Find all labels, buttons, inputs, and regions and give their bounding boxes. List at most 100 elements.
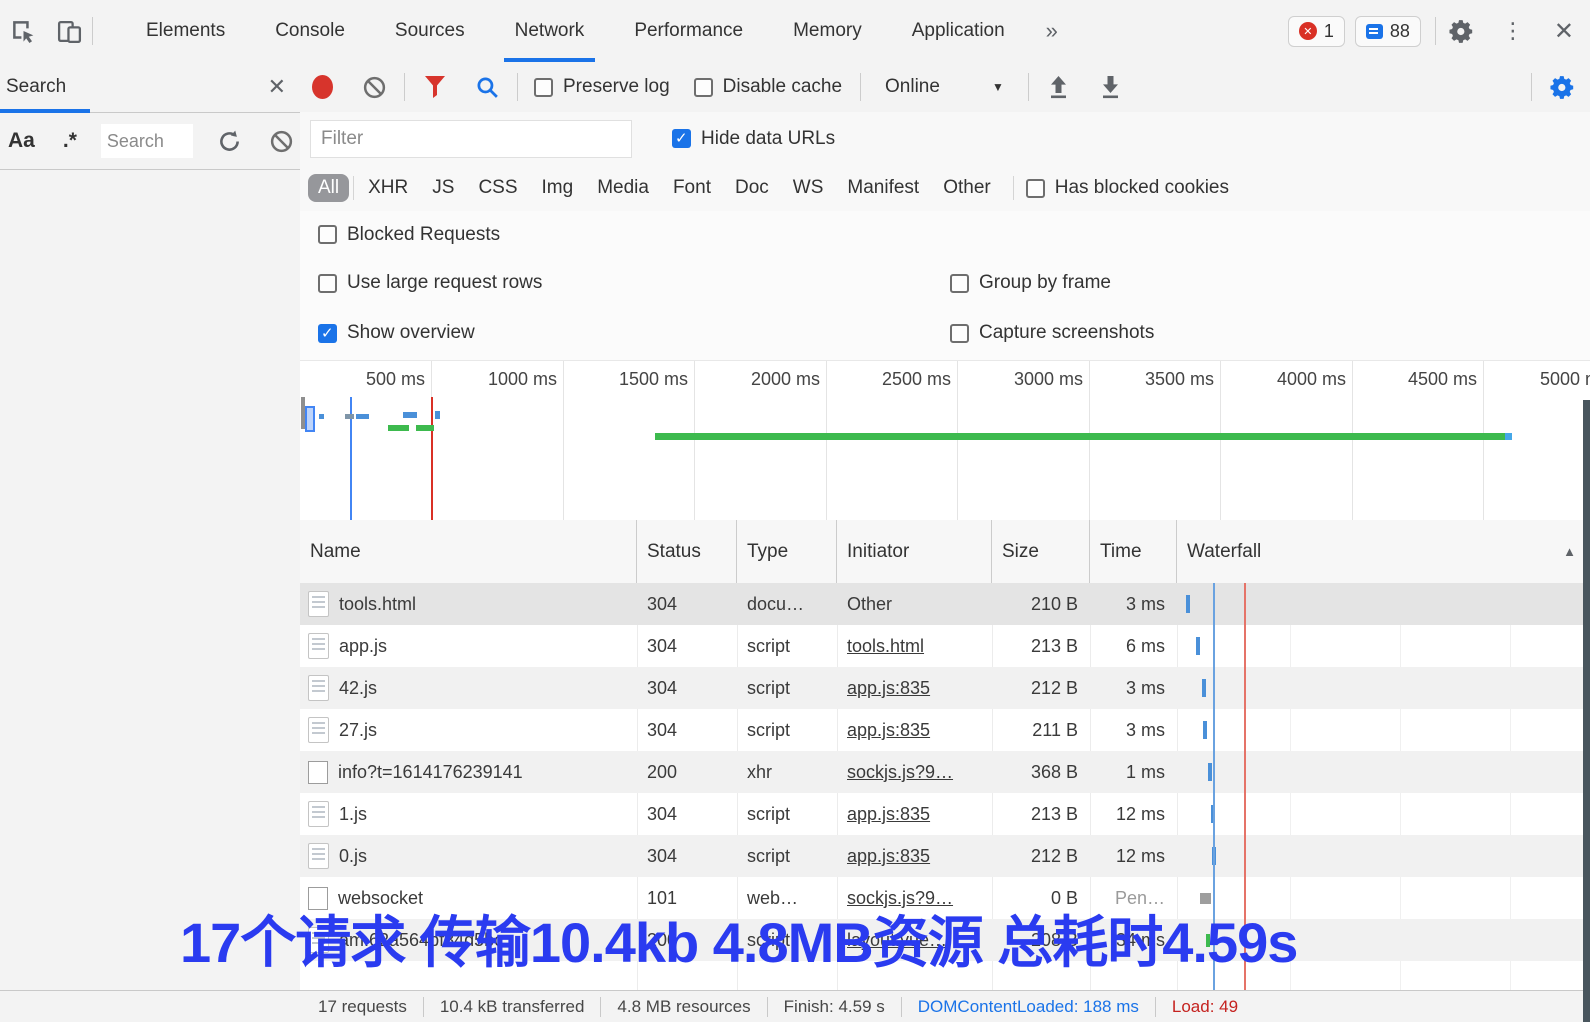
waterfall-mark bbox=[345, 414, 354, 419]
scrollbar[interactable] bbox=[1583, 400, 1590, 1022]
divider bbox=[860, 73, 861, 101]
import-har-icon[interactable] bbox=[1037, 68, 1081, 106]
column-header-time[interactable]: Time bbox=[1090, 520, 1177, 583]
type-filter-doc[interactable]: Doc bbox=[725, 174, 779, 202]
table-row[interactable]: app.js 304 script tools.html 213 B 6 ms bbox=[300, 625, 1590, 667]
request-type: web… bbox=[737, 877, 837, 919]
blocked-requests-checkbox[interactable]: Blocked Requests bbox=[318, 224, 500, 246]
type-filter-media[interactable]: Media bbox=[587, 174, 659, 202]
has-blocked-cookies-checkbox[interactable]: Has blocked cookies bbox=[1026, 177, 1229, 199]
inspect-element-icon[interactable] bbox=[0, 11, 46, 51]
message-icon bbox=[1366, 24, 1383, 39]
status-code: 200 bbox=[637, 919, 737, 961]
waterfall-bar bbox=[1196, 637, 1200, 655]
refresh-icon[interactable] bbox=[211, 129, 249, 154]
tab-elements[interactable]: Elements bbox=[121, 1, 250, 62]
initiator-link[interactable]: sockjs.js?9… bbox=[837, 751, 992, 793]
initiator-link[interactable]: app.js:835 bbox=[837, 835, 992, 877]
initiator-link[interactable]: tools.html bbox=[837, 625, 992, 667]
table-row[interactable]: tools.html 304 docu… Other 210 B 3 ms bbox=[300, 583, 1590, 625]
tab-memory[interactable]: Memory bbox=[768, 1, 887, 62]
filter-input[interactable] bbox=[310, 120, 632, 158]
time: Pen… bbox=[1090, 877, 1177, 919]
table-row[interactable]: am.62a564bf84d5bc… 200 script layout.vue… bbox=[300, 919, 1590, 961]
column-header-type[interactable]: Type bbox=[737, 520, 837, 583]
load-time: Load: 49 bbox=[1172, 997, 1238, 1017]
network-overview-timeline[interactable]: 500 ms 1000 ms 1500 ms 2000 ms 2500 ms 3… bbox=[300, 360, 1590, 522]
clear-search-icon[interactable] bbox=[262, 129, 300, 154]
table-row[interactable]: 27.js 304 script app.js:835 211 B 3 ms bbox=[300, 709, 1590, 751]
status-code: 101 bbox=[637, 877, 737, 919]
table-row[interactable]: websocket 101 web… sockjs.js?9… 0 B Pen… bbox=[300, 877, 1590, 919]
tab-console[interactable]: Console bbox=[250, 1, 370, 62]
type-filter-other[interactable]: Other bbox=[933, 174, 1001, 202]
table-row[interactable]: 42.js 304 script app.js:835 212 B 3 ms bbox=[300, 667, 1590, 709]
type-filter-all[interactable]: All bbox=[308, 174, 349, 202]
close-devtools-icon[interactable]: ✕ bbox=[1538, 17, 1590, 46]
initiator-link[interactable]: app.js:835 bbox=[837, 667, 992, 709]
tick-label: 5000 ms bbox=[1499, 369, 1590, 390]
type-filter-manifest[interactable]: Manifest bbox=[837, 174, 929, 202]
script-icon bbox=[308, 927, 329, 953]
tick-label: 3000 ms bbox=[973, 369, 1083, 390]
status-code: 200 bbox=[637, 751, 737, 793]
filter-funnel-icon[interactable] bbox=[413, 68, 457, 106]
column-header-waterfall[interactable]: Waterfall bbox=[1177, 520, 1590, 583]
capture-screenshots-checkbox[interactable]: Capture screenshots bbox=[950, 322, 1154, 344]
search-input[interactable] bbox=[101, 124, 193, 158]
initiator-link[interactable]: app.js:835 bbox=[837, 709, 992, 751]
time: 34 ms bbox=[1090, 919, 1177, 961]
close-search-icon[interactable]: ✕ bbox=[268, 74, 286, 100]
resource-type-filters: All XHR JS CSS Img Media Font Doc WS Man… bbox=[300, 165, 1590, 211]
group-by-frame-checkbox[interactable]: Group by frame bbox=[950, 272, 1111, 294]
type-filter-xhr[interactable]: XHR bbox=[358, 174, 418, 202]
initiator-link[interactable]: sockjs.js?9… bbox=[837, 877, 992, 919]
tab-application[interactable]: Application bbox=[887, 1, 1030, 62]
preserve-log-checkbox[interactable]: Preserve log bbox=[534, 76, 670, 98]
column-header-size[interactable]: Size bbox=[992, 520, 1090, 583]
resources-size: 4.8 MB resources bbox=[617, 997, 750, 1017]
show-overview-checkbox[interactable]: Show overview bbox=[318, 322, 475, 344]
table-row[interactable]: 1.js 304 script app.js:835 213 B 12 ms bbox=[300, 793, 1590, 835]
more-options-icon[interactable]: ⋮ bbox=[1488, 18, 1538, 44]
dcl-event-line bbox=[1213, 583, 1215, 990]
column-header-status[interactable]: Status bbox=[637, 520, 737, 583]
search-network-icon[interactable] bbox=[465, 68, 509, 106]
type-filter-font[interactable]: Font bbox=[663, 174, 721, 202]
initiator-link[interactable]: app.js:835 bbox=[837, 793, 992, 835]
time: 3 ms bbox=[1090, 709, 1177, 751]
show-overview-label: Show overview bbox=[347, 322, 475, 344]
tab-performance[interactable]: Performance bbox=[609, 1, 768, 62]
regex-toggle[interactable]: .* bbox=[63, 129, 77, 153]
settings-gear-icon[interactable] bbox=[1436, 11, 1488, 51]
type-filter-css[interactable]: CSS bbox=[468, 174, 527, 202]
type-filter-js[interactable]: JS bbox=[422, 174, 464, 202]
column-header-initiator[interactable]: Initiator bbox=[837, 520, 992, 583]
use-large-request-rows-checkbox[interactable]: Use large request rows bbox=[318, 272, 542, 294]
tab-sources[interactable]: Sources bbox=[370, 1, 490, 62]
export-har-icon[interactable] bbox=[1089, 68, 1133, 106]
status-code: 304 bbox=[637, 583, 737, 625]
clear-network-log-icon[interactable] bbox=[352, 68, 396, 106]
column-header-name[interactable]: Name bbox=[300, 520, 637, 583]
script-icon bbox=[308, 675, 329, 701]
sort-arrow-icon[interactable]: ▲ bbox=[1563, 520, 1576, 583]
more-tabs-chevron[interactable]: » bbox=[1030, 18, 1074, 44]
error-badge[interactable]: ✕ 1 bbox=[1288, 16, 1345, 47]
tab-network[interactable]: Network bbox=[490, 1, 610, 62]
type-filter-ws[interactable]: WS bbox=[783, 174, 834, 202]
table-row[interactable]: 0.js 304 script app.js:835 212 B 12 ms bbox=[300, 835, 1590, 877]
issues-badge[interactable]: 88 bbox=[1355, 16, 1421, 47]
disable-cache-checkbox[interactable]: Disable cache bbox=[694, 76, 842, 98]
preserve-log-label: Preserve log bbox=[563, 76, 670, 98]
initiator-link[interactable]: layout.vue… bbox=[837, 919, 992, 961]
hide-data-urls-checkbox[interactable]: Hide data URLs bbox=[672, 128, 835, 150]
throttling-dropdown[interactable]: Online ▼ bbox=[869, 76, 1020, 98]
match-case-toggle[interactable]: Aa bbox=[8, 129, 35, 153]
type-filter-img[interactable]: Img bbox=[532, 174, 584, 202]
network-settings-gear-icon[interactable] bbox=[1540, 68, 1584, 106]
table-row[interactable]: info?t=1614176239141 200 xhr sockjs.js?9… bbox=[300, 751, 1590, 793]
record-network-log-icon[interactable] bbox=[300, 68, 344, 106]
size: 368 B bbox=[992, 751, 1090, 793]
device-toolbar-icon[interactable] bbox=[46, 11, 92, 51]
